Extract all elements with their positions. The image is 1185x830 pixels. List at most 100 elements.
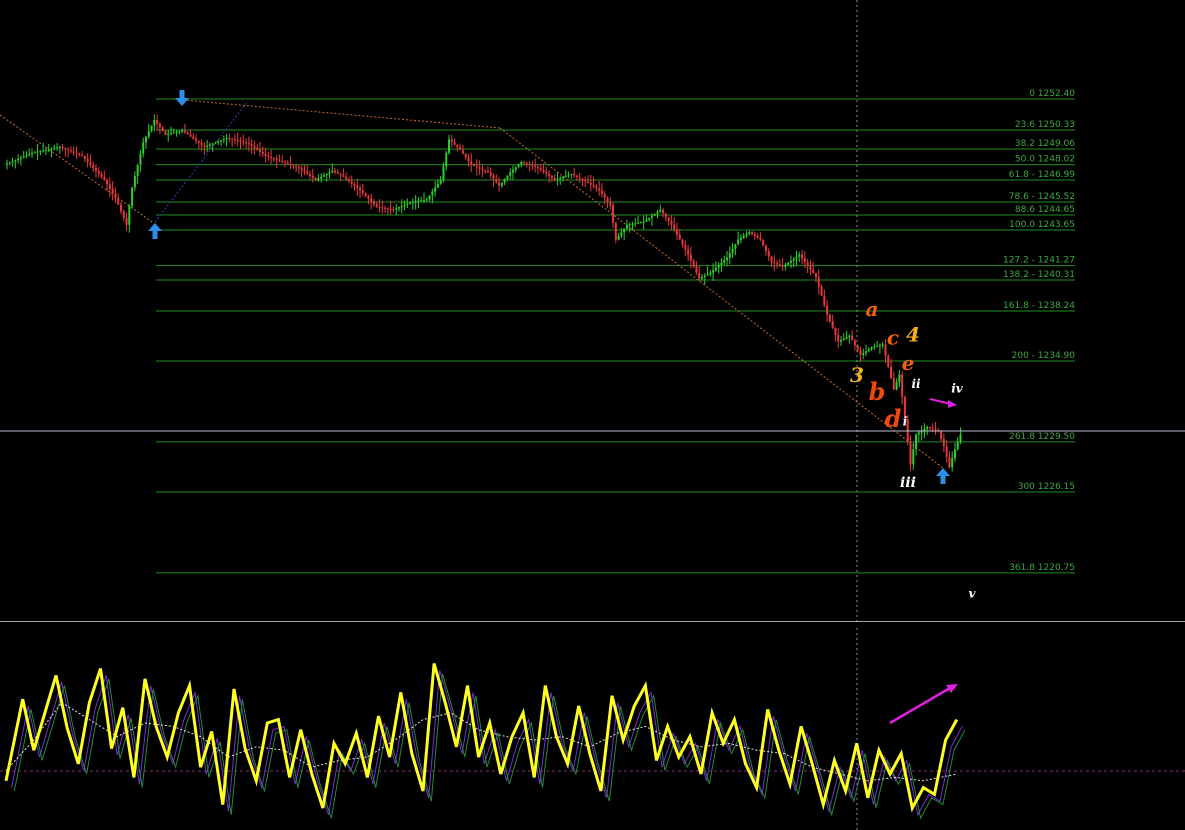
candle-body — [19, 157, 22, 159]
candle-body — [69, 150, 72, 152]
candle-body — [286, 162, 289, 164]
candle-body — [623, 228, 626, 233]
candle-body — [498, 182, 501, 186]
candle-body — [717, 265, 720, 268]
candle-body — [139, 153, 142, 165]
candlesticks — [6, 114, 962, 472]
candle-body — [14, 160, 17, 162]
candle-body — [42, 150, 45, 152]
candle-body — [300, 167, 303, 170]
candle-body — [667, 217, 670, 222]
candle-body — [392, 209, 395, 211]
candle-body — [934, 429, 937, 431]
candle-body — [489, 172, 492, 176]
candle-body — [592, 184, 595, 187]
candle-body — [695, 266, 698, 273]
candle-body — [792, 258, 795, 261]
candle-body — [603, 194, 606, 198]
candle-body — [359, 188, 362, 191]
candle-body — [634, 223, 637, 225]
oscillator-lines — [0, 628, 1185, 830]
candle-body — [684, 244, 687, 250]
candle-body — [509, 172, 512, 176]
candle-body — [948, 456, 951, 468]
fibonacci-levels: 0 1252.40 23.6 1250.33 38.2 1249.06 50.0 12… — [156, 89, 1076, 574]
candle-body — [656, 211, 659, 214]
candle-body — [270, 156, 273, 158]
candle-body — [28, 154, 31, 156]
candle-body — [225, 137, 228, 140]
fib-level-label: 161.8 - 1238.24 — [1003, 301, 1075, 311]
candle-body — [500, 182, 503, 186]
candle-body — [67, 149, 70, 151]
candle-body — [8, 162, 11, 164]
trend-line-upper — [182, 99, 501, 129]
candle-body — [267, 155, 270, 157]
candle-body — [756, 235, 759, 238]
fib-level-label: 61.8 - 1246.99 — [1009, 170, 1075, 180]
candle-body — [564, 175, 567, 177]
candle-body — [467, 157, 470, 162]
candle-body — [450, 139, 453, 143]
candle-body — [840, 340, 842, 342]
candle-body — [275, 158, 278, 160]
candle-body — [208, 144, 211, 146]
candle-body — [550, 175, 553, 178]
candle-body — [731, 248, 734, 254]
candle-body — [211, 143, 214, 145]
candle-body — [814, 273, 817, 278]
candle-body — [214, 142, 217, 144]
fib-level-label: 127.2 - 1241.27 — [1003, 256, 1075, 266]
trend-line-blue — [154, 100, 249, 223]
candle-body — [553, 177, 556, 180]
candle-body — [25, 155, 28, 157]
candle-body — [778, 264, 781, 266]
candle-body — [570, 173, 573, 175]
candle-body — [517, 164, 520, 168]
candle-body — [520, 161, 523, 165]
candle-body — [297, 166, 300, 168]
candle-body — [156, 119, 159, 124]
candle-body — [959, 434, 962, 442]
price-chart: 0 1252.40 23.6 1250.33 38.2 1249.06 50.0 12… — [0, 0, 1185, 622]
candle-body — [862, 353, 865, 356]
candle-body — [397, 207, 400, 209]
candle-body — [192, 136, 195, 139]
fib-level-label: 138.2 - 1240.31 — [1003, 270, 1075, 280]
candle-body — [203, 144, 206, 147]
candle-body — [108, 184, 111, 189]
candle-body — [245, 142, 248, 144]
wave-label-i: i — [903, 414, 908, 428]
candle-body — [322, 175, 325, 177]
wave-label-v: v — [969, 587, 977, 601]
candle-body — [189, 134, 192, 137]
candle-body — [253, 145, 256, 148]
candle-body — [17, 158, 20, 161]
candle-body — [372, 201, 375, 205]
candle-body — [22, 156, 25, 158]
candle-body — [222, 139, 225, 141]
candle-body — [587, 181, 590, 183]
candle-body — [745, 234, 748, 236]
candle-body — [231, 138, 234, 140]
candle-body — [239, 140, 242, 142]
candle-body — [865, 351, 868, 354]
candle-body — [86, 158, 89, 162]
candle-body — [428, 195, 431, 200]
candle-body — [853, 340, 856, 346]
candle-body — [951, 458, 954, 468]
candle-body — [186, 132, 189, 135]
candle-body — [637, 222, 640, 224]
fib-level-label: 100.0 1243.65 — [1009, 220, 1075, 230]
candle-body — [461, 149, 464, 154]
candle-body — [873, 346, 876, 348]
candle-body — [486, 171, 489, 173]
fib-level-label: 200 - 1234.90 — [1012, 351, 1076, 361]
candle-body — [150, 125, 153, 132]
candle-body — [820, 286, 823, 296]
candle-body — [217, 141, 220, 143]
candle-body — [289, 163, 292, 165]
candle-body — [131, 187, 134, 207]
candle-body — [614, 222, 617, 240]
candle-body — [83, 155, 86, 159]
